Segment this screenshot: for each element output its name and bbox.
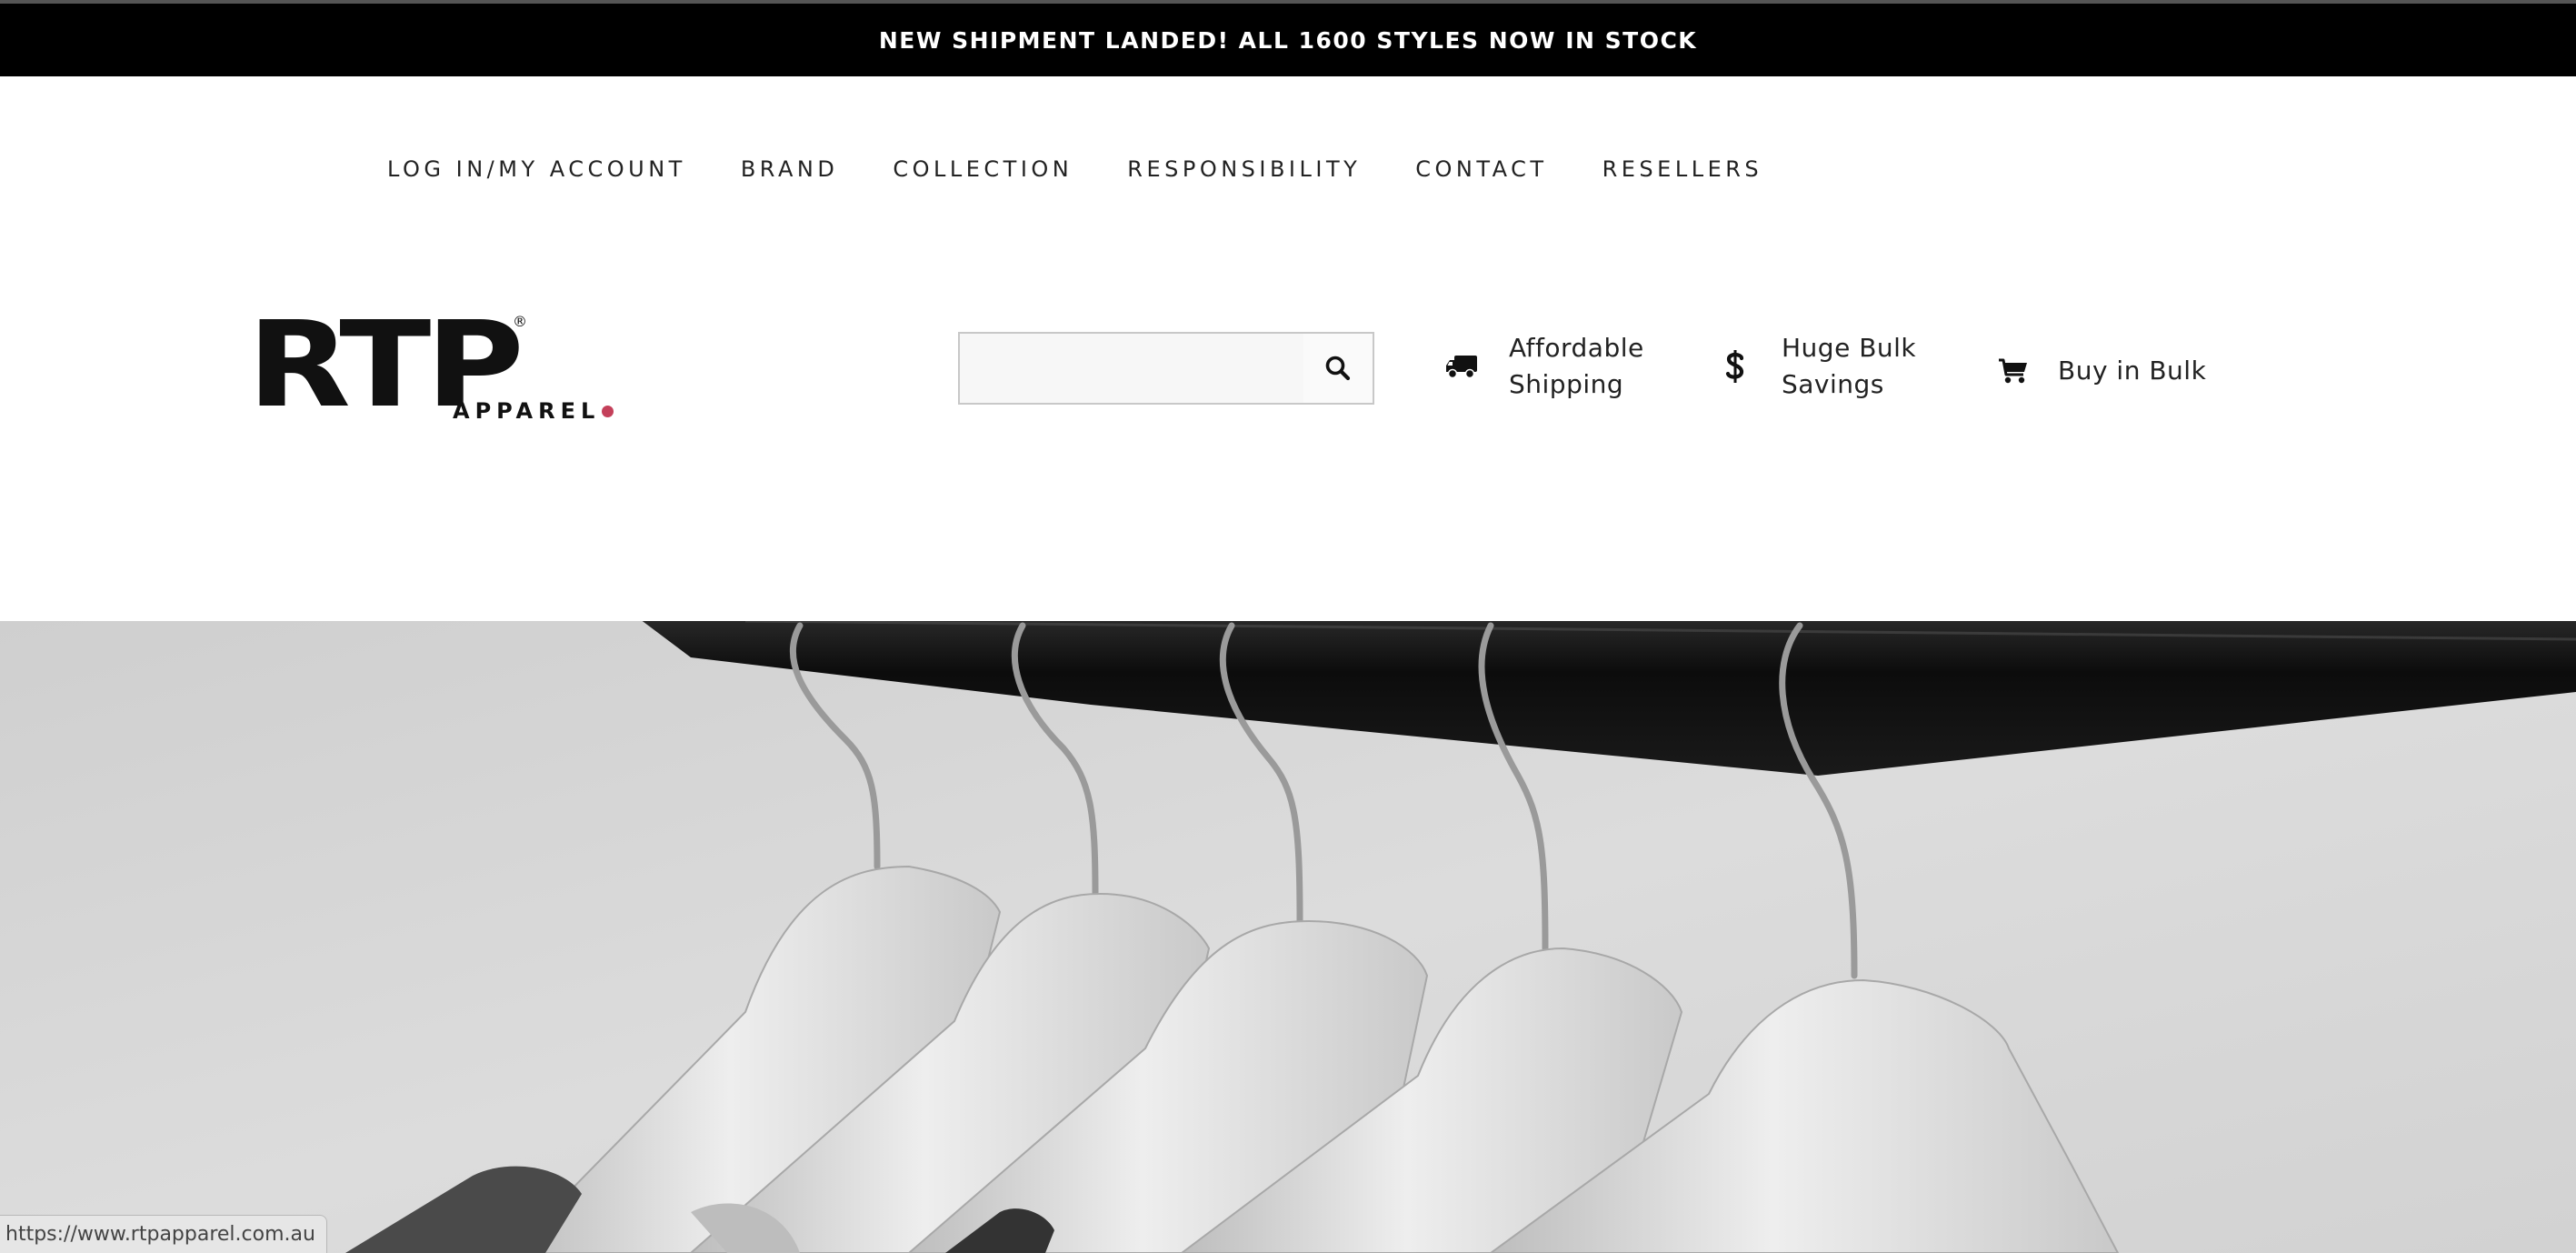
feature-shipping-line2: Shipping [1509, 369, 1624, 399]
status-url-tooltip: https://www.rtpapparel.com.au [0, 1215, 327, 1253]
feature-savings-line1: Huge Bulk [1782, 333, 1917, 363]
logo-subtitle: APPAREL [453, 398, 601, 424]
feature-savings-line2: Savings [1782, 369, 1884, 399]
site-logo[interactable]: RTP ® APPAREL [247, 306, 620, 426]
feature-shipping-text: Affordable Shipping [1509, 330, 1644, 403]
search-button[interactable] [1303, 334, 1373, 403]
truck-icon [1443, 348, 1480, 385]
search-icon [1325, 356, 1351, 381]
hero-image [0, 621, 2576, 1253]
nav-collection[interactable]: COLLECTION [893, 156, 1073, 182]
feature-buy-in-bulk[interactable]: Buy in Bulk [1996, 353, 2206, 389]
logo-registered-mark: ® [513, 313, 527, 330]
feature-savings-text: Huge Bulk Savings [1782, 330, 1916, 403]
feature-buy-label: Buy in Bulk [2058, 356, 2207, 386]
feature-buy-text: Buy in Bulk [2058, 353, 2206, 389]
logo-dot [602, 406, 614, 417]
nav-resellers[interactable]: RESELLERS [1603, 156, 1763, 182]
nav-contact[interactable]: CONTACT [1415, 156, 1547, 182]
dollar-icon [1723, 346, 1747, 386]
feature-bulk-savings[interactable]: Huge Bulk Savings [1723, 330, 1916, 403]
top-nav: LOG IN/MY ACCOUNT BRAND COLLECTION RESPO… [387, 153, 1817, 185]
announcement-bar: NEW SHIPMENT LANDED! ALL 1600 STYLES NOW… [0, 0, 2576, 76]
search-box [958, 332, 1374, 405]
search-input[interactable] [960, 334, 1303, 403]
announcement-text: NEW SHIPMENT LANDED! ALL 1600 STYLES NOW… [878, 26, 1698, 54]
nav-login-account[interactable]: LOG IN/MY ACCOUNT [387, 156, 686, 182]
nav-brand[interactable]: BRAND [741, 156, 839, 182]
cart-icon [1996, 356, 2031, 386]
feature-affordable-shipping[interactable]: Affordable Shipping [1443, 330, 1644, 403]
page: NEW SHIPMENT LANDED! ALL 1600 STYLES NOW… [0, 0, 2576, 1253]
nav-responsibility[interactable]: RESPONSIBILITY [1127, 156, 1361, 182]
hero-banner [0, 621, 2576, 1253]
feature-shipping-line1: Affordable [1509, 333, 1644, 363]
